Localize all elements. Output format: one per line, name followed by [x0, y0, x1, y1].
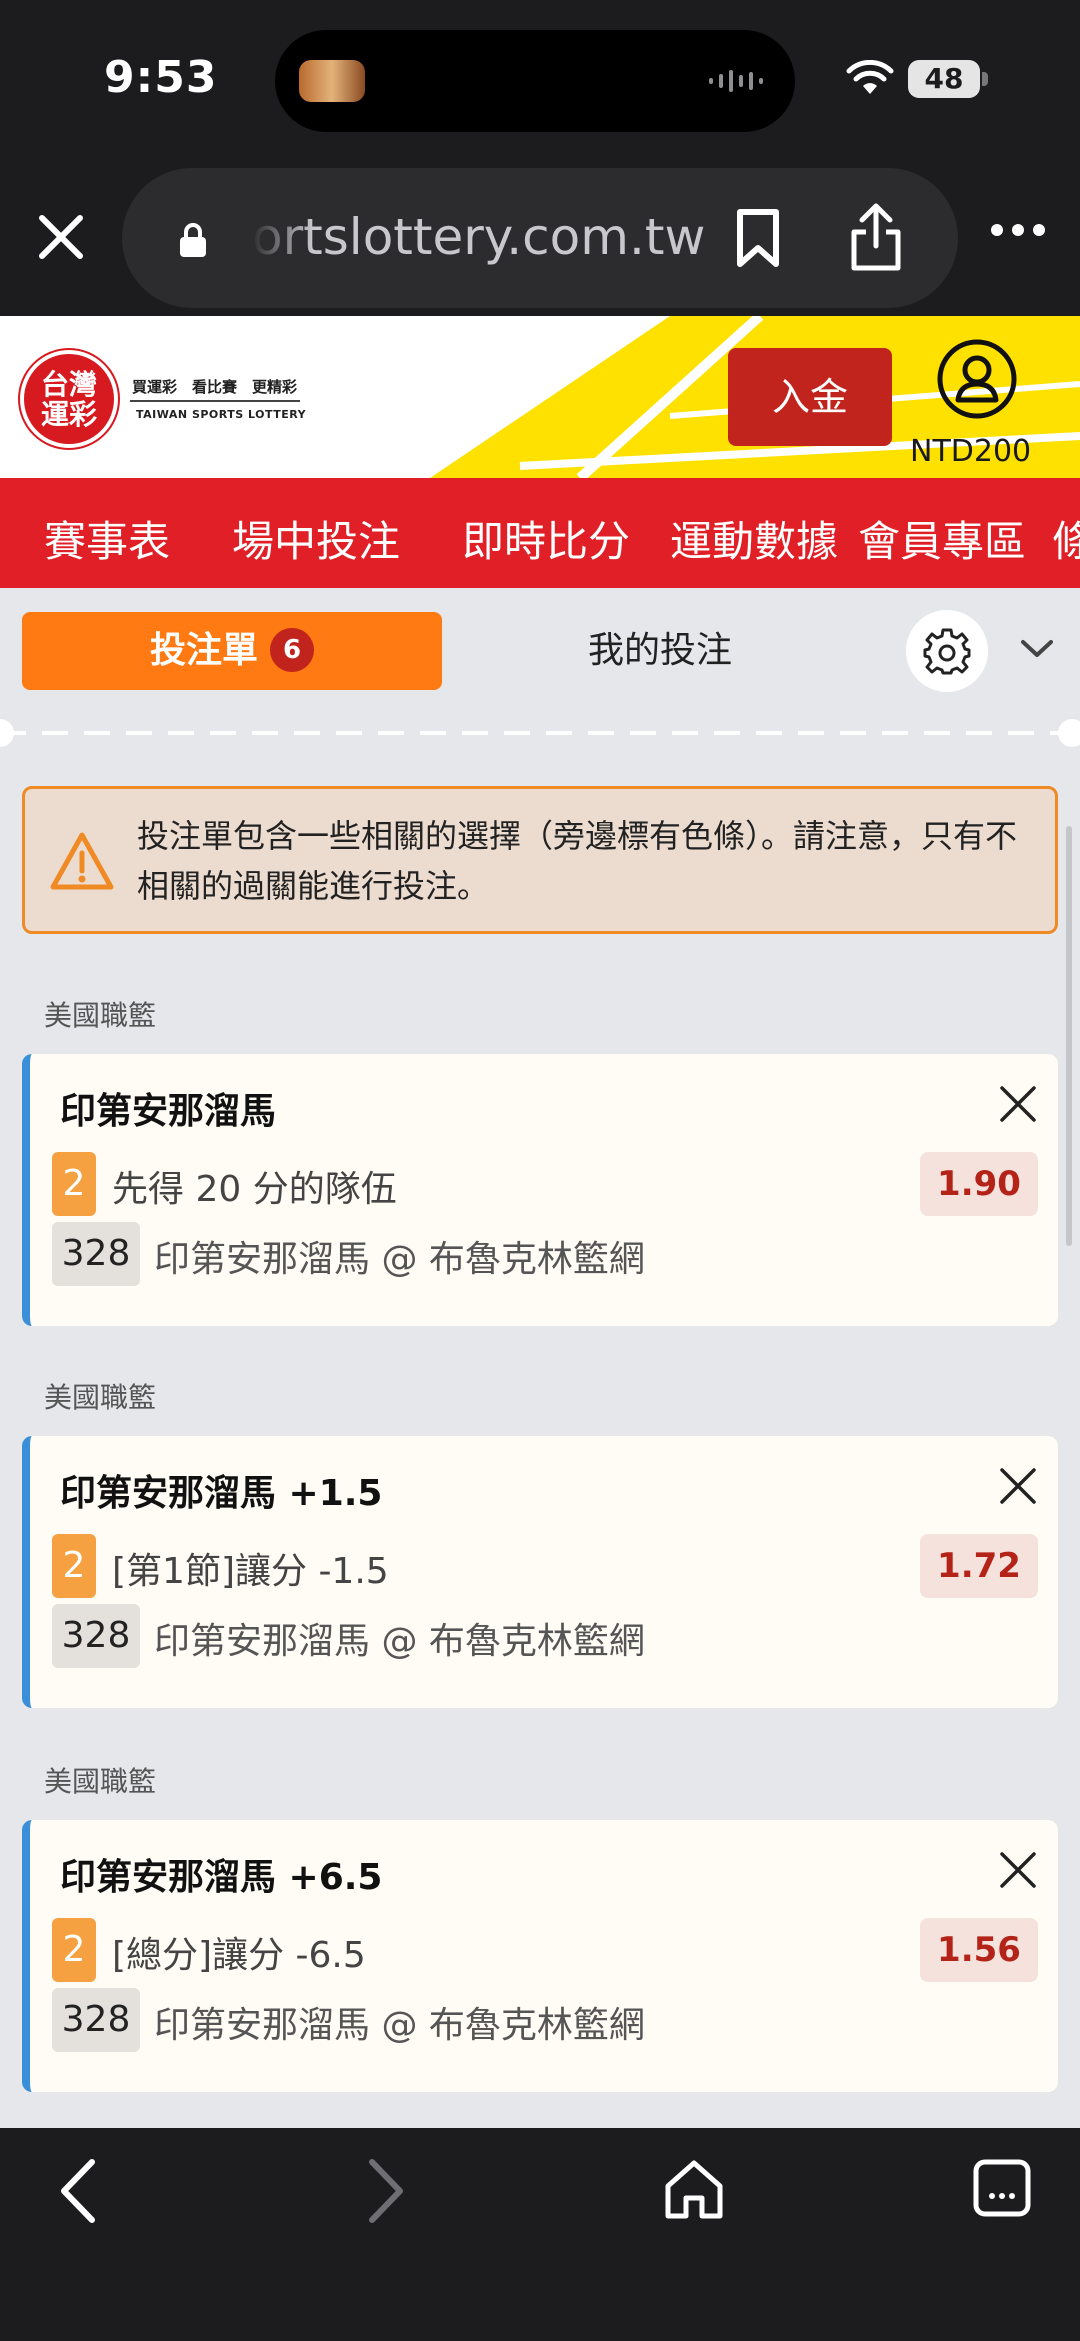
audio-wave-icon — [709, 70, 763, 92]
logo-english-name: TAIWAN SPORTS LOTTERY — [136, 408, 307, 421]
bet-title: 印第安那溜馬 +6.5 — [60, 1857, 383, 1898]
wifi-icon — [846, 60, 894, 94]
league-label: 美國職籃 — [44, 1765, 157, 1798]
dashed-divider — [0, 731, 1080, 735]
game-number-badge: 328 — [52, 1988, 140, 2052]
account-balance: NTD200 — [910, 434, 1032, 469]
selection-text: [第1節]讓分 -1.5 — [112, 1551, 389, 1592]
nav-item-sports-data[interactable]: 運動數據 — [670, 508, 838, 569]
match-text: 印第安那溜馬 @ 布魯克林籃網 — [154, 1621, 645, 1662]
browser-bar: ortslottery.com.tw — [0, 160, 1080, 316]
nav-item-more[interactable]: 條 — [1052, 508, 1080, 569]
odds-value: 1.56 — [920, 1918, 1038, 1982]
gear-icon — [923, 628, 971, 675]
settings-button[interactable] — [906, 610, 988, 692]
betslip-panel: 投注單 6 我的投注 投注單包含一些相關的選擇（旁邊標有色條）。請注意，只有不相關… — [0, 588, 1080, 2128]
account-icon[interactable] — [936, 338, 1018, 420]
related-selection-warning: 投注單包含一些相關的選擇（旁邊標有色條）。請注意，只有不相關的過關能進行投注。 — [22, 786, 1058, 934]
bet-card: 印第安那溜馬 +6.5 2 [總分]讓分 -6.5 1.56 328 印第安那溜… — [22, 1820, 1058, 2092]
chevron-down-icon[interactable] — [1020, 638, 1054, 660]
game-number-badge: 328 — [52, 1222, 140, 1286]
selection-badge: 2 — [52, 1918, 96, 1982]
status-time: 9:53 — [104, 52, 218, 103]
logo-divider — [130, 400, 300, 402]
forward-icon[interactable] — [364, 2156, 408, 2226]
divider-notch-left — [0, 719, 14, 747]
warning-text: 投注單包含一些相關的選擇（旁邊標有色條）。請注意，只有不相關的過關能進行投注。 — [137, 817, 1018, 905]
warning-icon — [50, 832, 114, 890]
tab-betslip-label: 投注單 — [149, 630, 258, 671]
nav-item-schedule[interactable]: 賽事表 — [44, 508, 170, 569]
tab-my-bets[interactable]: 我的投注 — [500, 612, 820, 690]
now-playing-thumbnail — [299, 60, 365, 102]
bet-title: 印第安那溜馬 — [60, 1091, 277, 1132]
betslip-count-badge: 6 — [270, 628, 314, 672]
remove-bet-icon[interactable] — [998, 1466, 1038, 1506]
home-icon[interactable] — [664, 2158, 724, 2220]
nav-item-live-scores[interactable]: 即時比分 — [462, 508, 630, 569]
odds-value: 1.90 — [920, 1152, 1038, 1216]
bet-card: 印第安那溜馬 +1.5 2 [第1節]讓分 -1.5 1.72 328 印第安那… — [22, 1436, 1058, 1708]
selection-badge: 2 — [52, 1152, 96, 1216]
nav-item-members[interactable]: 會員專區 — [858, 508, 1026, 569]
lock-icon — [180, 223, 206, 257]
site-header: 台灣 運彩 買運彩 看比賽 更精彩 TAIWAN SPORTS LOTTERY … — [0, 316, 1080, 478]
battery-indicator: 48 — [908, 60, 980, 98]
selection-text: [總分]讓分 -6.5 — [112, 1935, 366, 1976]
remove-bet-icon[interactable] — [998, 1850, 1038, 1890]
remove-bet-icon[interactable] — [998, 1084, 1038, 1124]
more-options-icon[interactable] — [990, 222, 1046, 238]
screen: 9:53 48 ortslottery.com.tw 台灣 運彩 買運彩 看比賽… — [0, 0, 1080, 2341]
deposit-button[interactable]: 入金 — [728, 348, 892, 446]
logo-line2: 運彩 — [40, 398, 97, 431]
logo-slogan: 買運彩 看比賽 更精彩 — [132, 378, 298, 396]
tab-betslip[interactable]: 投注單 6 — [22, 612, 442, 690]
nav-item-live-betting[interactable]: 場中投注 — [232, 508, 400, 569]
bet-card: 印第安那溜馬 2 先得 20 分的隊伍 1.90 328 印第安那溜馬 @ 布魯… — [22, 1054, 1058, 1326]
game-number-badge: 328 — [52, 1604, 140, 1668]
browser-toolbar — [0, 2128, 1080, 2341]
logo-line1: 台灣 — [40, 368, 97, 401]
selection-badge: 2 — [52, 1534, 96, 1598]
divider-notch-right — [1058, 719, 1080, 747]
dynamic-island — [275, 30, 795, 132]
share-icon[interactable] — [850, 202, 902, 272]
league-label: 美國職籃 — [44, 1381, 157, 1414]
address-bar[interactable]: ortslottery.com.tw — [122, 168, 958, 308]
back-icon[interactable] — [56, 2156, 100, 2226]
tabs-icon[interactable] — [972, 2158, 1032, 2218]
bookmark-icon[interactable] — [734, 208, 782, 268]
bet-title: 印第安那溜馬 +1.5 — [60, 1473, 383, 1514]
match-text: 印第安那溜馬 @ 布魯克林籃網 — [154, 2005, 645, 2046]
url-text[interactable]: ortslottery.com.tw — [252, 208, 802, 266]
odds-value: 1.72 — [920, 1534, 1038, 1598]
league-label: 美國職籃 — [44, 999, 157, 1032]
match-text: 印第安那溜馬 @ 布魯克林籃網 — [154, 1239, 645, 1280]
site-logo[interactable]: 台灣 運彩 — [20, 350, 118, 448]
scrollbar[interactable] — [1066, 826, 1072, 1246]
main-nav: 賽事表 場中投注 即時比分 運動數據 會員專區 條 — [0, 478, 1080, 588]
battery-tip — [982, 72, 988, 86]
status-bar: 9:53 48 — [0, 0, 1080, 160]
selection-text: 先得 20 分的隊伍 — [112, 1169, 397, 1210]
close-icon[interactable] — [36, 212, 86, 262]
